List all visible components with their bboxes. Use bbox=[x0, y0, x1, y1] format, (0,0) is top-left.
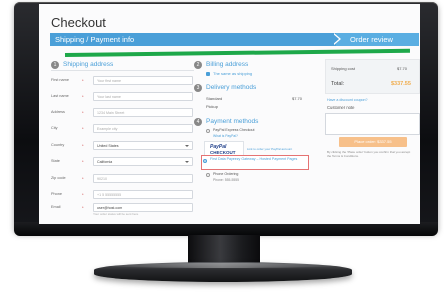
billing-address-title: Billing address bbox=[206, 61, 249, 68]
required-mark: * bbox=[82, 176, 84, 181]
total-value: $337.55 bbox=[391, 81, 411, 87]
customer-note-textarea[interactable] bbox=[325, 113, 420, 135]
required-mark: * bbox=[82, 205, 84, 210]
section-number-3: 3 bbox=[194, 84, 202, 92]
section-number-2: 2 bbox=[194, 61, 202, 69]
checkout-screen: Checkout Shipping / Payment info Order r… bbox=[39, 4, 420, 224]
email-hint: Your order status will be sent here bbox=[93, 212, 139, 216]
field-label: Address bbox=[51, 110, 65, 114]
order-summary-box bbox=[325, 59, 420, 94]
same-as-shipping-checkbox[interactable] bbox=[206, 72, 210, 76]
stand-highlight bbox=[102, 263, 342, 268]
required-mark: * bbox=[82, 78, 84, 83]
zip-input[interactable]: 90210 bbox=[93, 174, 193, 183]
country-select[interactable]: United States bbox=[93, 141, 193, 150]
chevron-down-icon bbox=[185, 145, 189, 147]
discount-coupon-link[interactable]: Have a discount coupon? bbox=[327, 98, 368, 102]
section-number-1: 1 bbox=[51, 61, 59, 69]
same-as-shipping-label: The same as shipping bbox=[213, 71, 253, 76]
step-order-review[interactable]: Order review bbox=[350, 35, 393, 44]
section-divider bbox=[51, 70, 194, 71]
state-select[interactable]: California bbox=[93, 157, 193, 166]
payment-methods-title: Payment methods bbox=[206, 118, 259, 125]
first-name-input[interactable]: Your first name bbox=[93, 76, 193, 85]
paypal-option-label: PayPal Express Checkout bbox=[213, 128, 255, 132]
page-title: Checkout bbox=[51, 15, 106, 30]
customer-note-label: Customer note bbox=[327, 105, 355, 110]
field-label: Last name bbox=[51, 94, 69, 98]
delivery-standard-price: $7.70 bbox=[292, 96, 303, 101]
required-mark: * bbox=[82, 159, 84, 164]
required-mark: * bbox=[82, 143, 84, 148]
email-input[interactable]: user@host.com bbox=[93, 203, 193, 212]
required-mark: * bbox=[82, 94, 84, 99]
required-mark: * bbox=[82, 110, 84, 115]
country-select-value: United States bbox=[97, 144, 119, 148]
delivery-option-pickup[interactable]: Pickup bbox=[206, 104, 218, 109]
address-input[interactable]: 1234 Main Street bbox=[93, 108, 193, 117]
required-mark: * bbox=[82, 192, 84, 197]
field-label: Country bbox=[51, 143, 65, 147]
delivery-option-standard[interactable]: Standard bbox=[206, 96, 222, 101]
phone-input[interactable]: +1 5 55555555 bbox=[93, 190, 193, 199]
phone-ordering-number: Phone: 555-5555 bbox=[213, 178, 240, 182]
place-order-button[interactable]: Place order: $337.55 bbox=[339, 137, 407, 147]
delivery-methods-title: Delivery methods bbox=[206, 84, 257, 91]
required-mark: * bbox=[82, 126, 84, 131]
field-label: First name bbox=[51, 78, 69, 82]
checkout-steps: Shipping / Payment info Order review bbox=[50, 33, 419, 46]
state-select-value: California bbox=[97, 160, 113, 164]
field-label: Zip code bbox=[51, 176, 66, 180]
step-arrow bbox=[332, 33, 339, 45]
paypal-account-link[interactable]: Link to order your PayPal account bbox=[247, 147, 292, 151]
field-label: State bbox=[51, 159, 60, 163]
field-label: Email bbox=[51, 205, 61, 209]
paypal-radio[interactable] bbox=[206, 129, 210, 133]
highlight-line bbox=[64, 48, 410, 57]
phone-ordering-label: Phone Ordering bbox=[213, 172, 239, 176]
step-shipping-payment[interactable]: Shipping / Payment info bbox=[55, 35, 134, 44]
chevron-down-icon bbox=[185, 161, 189, 163]
shipping-address-title: Shipping address bbox=[63, 61, 114, 68]
field-label: Phone bbox=[51, 192, 62, 196]
shipping-cost-label: Shipping cost bbox=[331, 66, 356, 71]
what-is-paypal-link[interactable]: What is PayPal? bbox=[213, 134, 238, 138]
city-input[interactable]: Example city bbox=[93, 124, 193, 133]
last-name-input[interactable]: Your last name bbox=[93, 92, 193, 101]
phone-ordering-radio[interactable] bbox=[206, 173, 210, 177]
payeezy-option-label: First Data Payeezy Gateway – Hosted Paym… bbox=[210, 157, 298, 161]
terms-text: By clicking the 'Place order' button you… bbox=[327, 150, 411, 158]
payeezy-radio[interactable] bbox=[203, 159, 207, 163]
shipping-cost-value: $7.70 bbox=[397, 66, 408, 71]
monitor-chin bbox=[14, 222, 438, 236]
total-label: Total: bbox=[331, 81, 345, 87]
section-number-4: 4 bbox=[194, 118, 202, 126]
field-label: City bbox=[51, 126, 58, 130]
